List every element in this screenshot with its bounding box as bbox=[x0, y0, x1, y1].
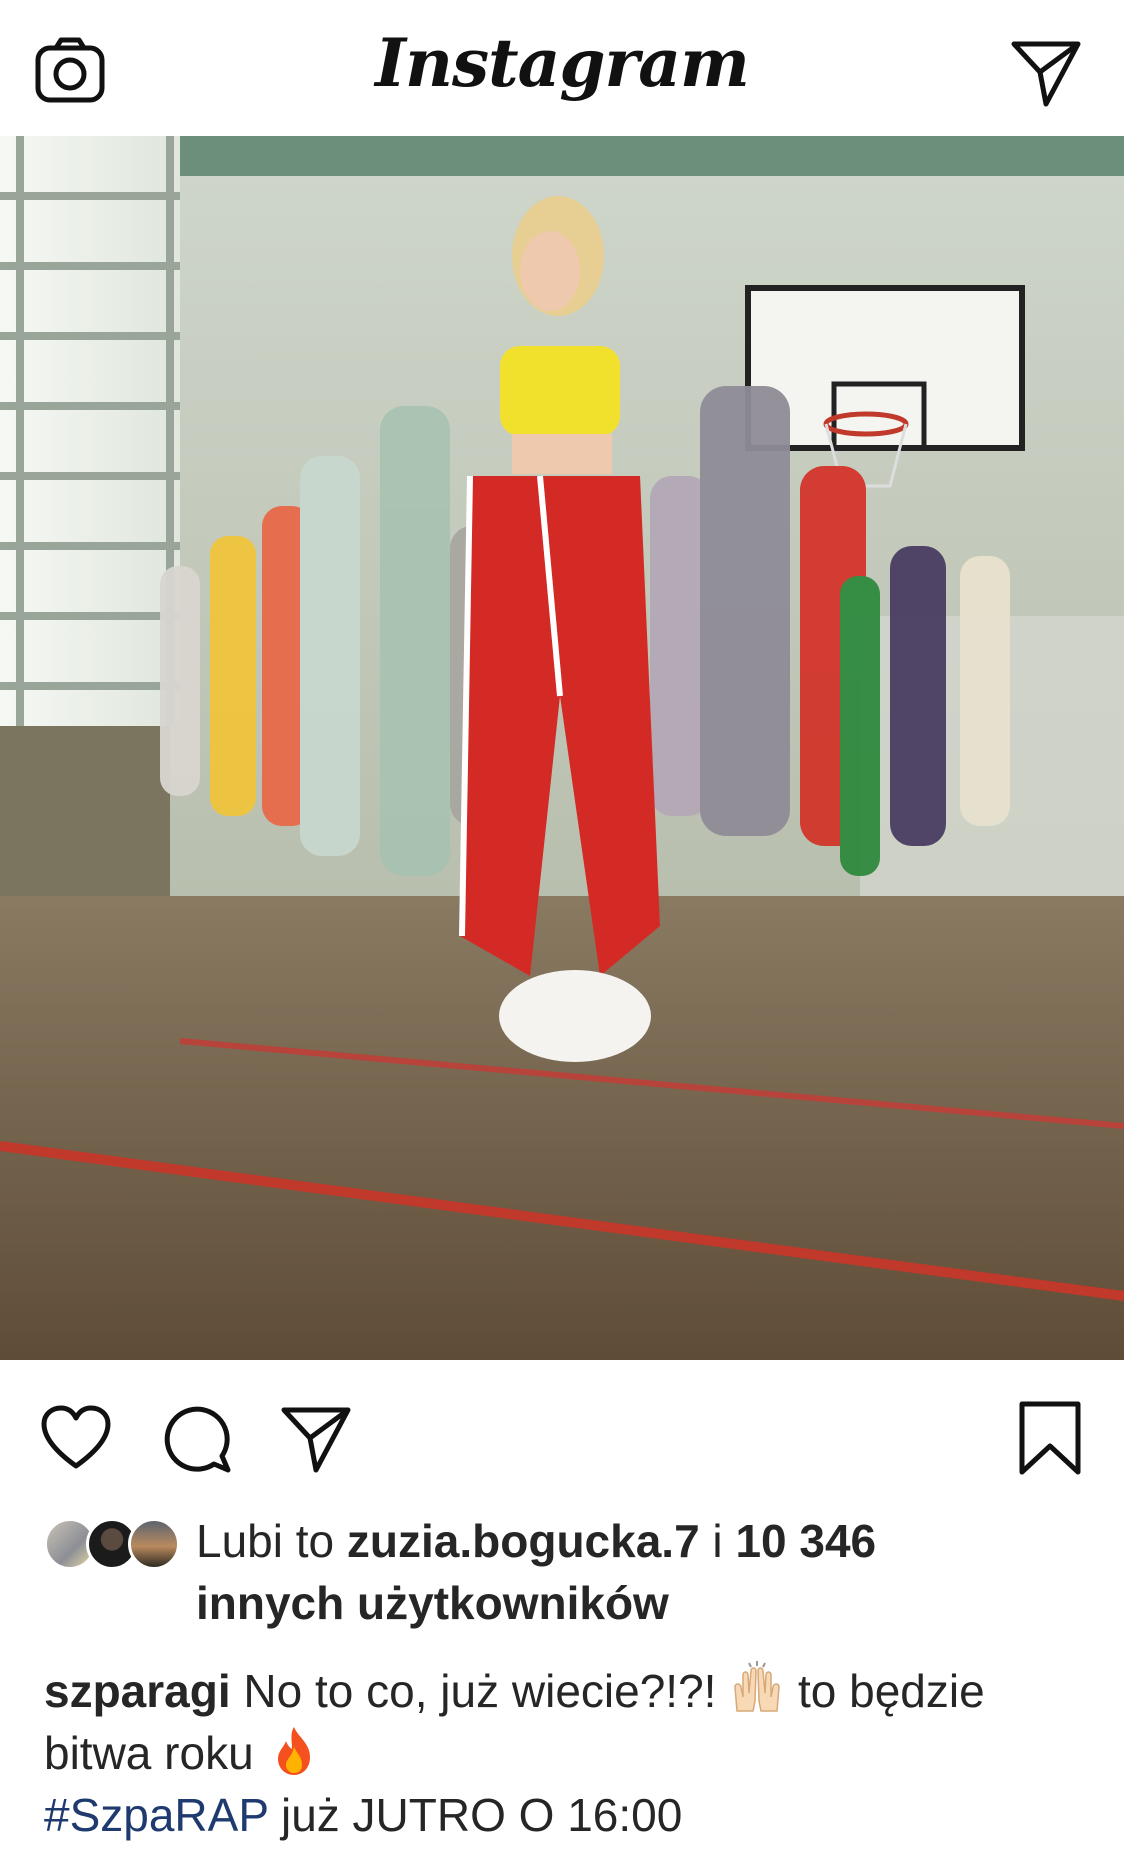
paper-plane-icon[interactable] bbox=[278, 1400, 354, 1476]
liker-avatars bbox=[44, 1518, 184, 1574]
fire-emoji-icon bbox=[278, 1727, 311, 1775]
bookmark-icon[interactable] bbox=[1012, 1400, 1088, 1476]
instagram-logo[interactable]: Instagram bbox=[0, 24, 1124, 102]
paper-plane-icon[interactable] bbox=[1008, 34, 1084, 110]
hashtag-link[interactable]: #SzpaRAP bbox=[44, 1789, 268, 1841]
caption-text: No to co, już wiecie?!?! bbox=[230, 1665, 730, 1717]
caption-username[interactable]: szparagi bbox=[44, 1665, 231, 1717]
likes-prefix: Lubi to bbox=[196, 1515, 347, 1567]
avatar bbox=[128, 1518, 180, 1570]
likes-connector: i bbox=[699, 1515, 736, 1567]
likes-suffix[interactable]: innych użytkowników bbox=[196, 1577, 669, 1629]
liker-username[interactable]: zuzia.bogucka.7 bbox=[347, 1515, 700, 1567]
caption-text-3: już JUTRO O 16:00 bbox=[268, 1789, 683, 1841]
post-caption: szparagi No to co, już wiecie?!?! to będ… bbox=[44, 1660, 1094, 1846]
post-photo[interactable] bbox=[0, 136, 1124, 1360]
likes-count[interactable]: 10 346 bbox=[735, 1515, 876, 1567]
likes-text: Lubi to zuzia.bogucka.7 i 10 346 innych … bbox=[196, 1510, 1076, 1634]
comment-bubble-icon[interactable] bbox=[158, 1400, 234, 1476]
raising-hands-emoji-icon bbox=[734, 1661, 780, 1712]
post-actions bbox=[0, 1360, 1124, 1510]
heart-icon[interactable] bbox=[38, 1400, 114, 1476]
top-bar: Instagram bbox=[0, 0, 1124, 136]
